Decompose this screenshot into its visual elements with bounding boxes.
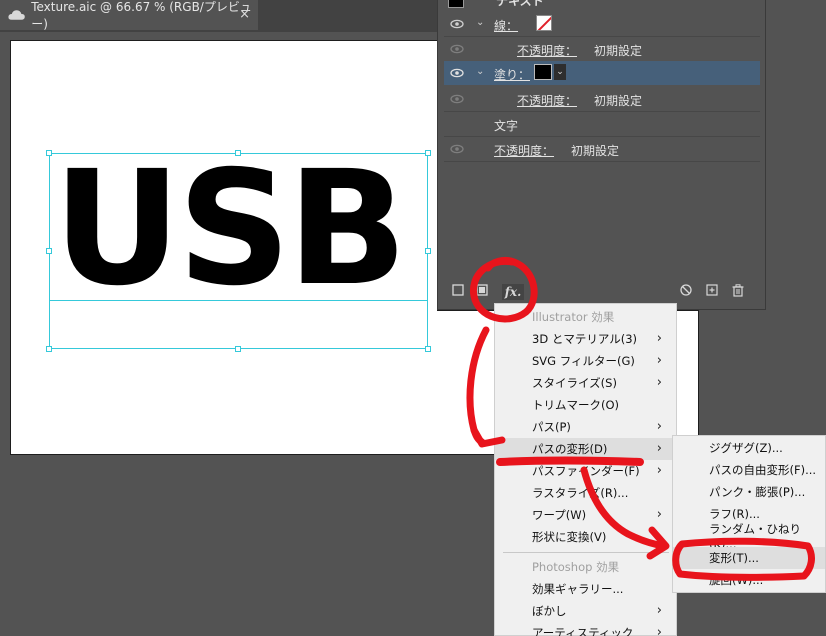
panel-row-stroke-opacity[interactable]: 不透明度： 初期設定	[444, 37, 760, 61]
selection-bounding-box[interactable]	[49, 153, 428, 349]
menu-item-warp[interactable]: ワープ(W) ›	[495, 504, 676, 526]
chevron-right-icon: ›	[656, 353, 662, 368]
add-new-fill-icon[interactable]	[474, 284, 490, 300]
visibility-eye-icon[interactable]	[450, 42, 464, 56]
panel-row-fill-opacity[interactable]: 不透明度： 初期設定	[444, 87, 760, 111]
menu-item-label: パスファインダー(F)	[532, 464, 640, 478]
menu-header-illustrator: Illustrator 効果	[532, 310, 615, 324]
document-tab[interactable]: Texture.aic @ 66.67 % (RGB/プレビュー) ×	[0, 0, 258, 31]
distort-transform-submenu: ジグザグ(Z)... パスの自由変形(F)... パンク・膨張(P)... ラフ…	[672, 435, 826, 593]
text-baseline	[49, 300, 428, 301]
menu-item-blur[interactable]: ぼかし ›	[495, 600, 676, 622]
chevron-right-icon: ›	[656, 529, 662, 544]
menu-item-label: ラスタライズ(R)...	[532, 486, 629, 500]
selection-handle[interactable]	[46, 150, 52, 156]
menu-item-label: 形状に変換(V)	[532, 530, 607, 544]
visibility-eye-icon[interactable]	[450, 92, 464, 106]
panel-bottom-toolbar: fx.	[444, 280, 760, 304]
menu-item-stylize[interactable]: スタイライズ(S) ›	[495, 372, 676, 394]
chevron-right-icon: ›	[656, 419, 662, 434]
fill-label[interactable]: 塗り：	[494, 66, 530, 83]
chevron-down-icon[interactable]: ⌄	[476, 66, 484, 77]
menu-separator	[503, 552, 669, 553]
chevron-right-icon: ›	[656, 441, 662, 456]
characters-label[interactable]: 文字	[494, 117, 518, 134]
menu-item-label: 効果ギャラリー...	[532, 582, 624, 596]
panel-row-characters[interactable]: 文字	[444, 112, 760, 136]
visibility-eye-icon[interactable]	[450, 17, 464, 31]
cloud-icon	[8, 10, 25, 20]
opacity-value: 初期設定	[594, 44, 643, 58]
menu-item-label: ワープ(W)	[532, 508, 587, 522]
selection-handle[interactable]	[235, 150, 241, 156]
stroke-swatch[interactable]	[536, 15, 552, 31]
submenu-item-tweak[interactable]: ランダム・ひねり(K)...	[673, 522, 825, 551]
menu-item-label: パス(P)	[532, 420, 571, 434]
close-tab-icon[interactable]: ×	[239, 7, 250, 22]
menu-item-label: パスの変形(D)	[532, 442, 608, 456]
clear-appearance-icon[interactable]	[678, 284, 694, 300]
selection-handle[interactable]	[425, 150, 431, 156]
document-tab-title: Texture.aic @ 66.67 % (RGB/プレビュー)	[31, 0, 252, 31]
menu-item-rasterize[interactable]: ラスタライズ(R)...	[495, 482, 676, 504]
submenu-item-free-distort[interactable]: パスの自由変形(F)...	[673, 459, 825, 481]
menu-item-distort-transform[interactable]: パスの変形(D) ›	[495, 438, 676, 460]
panel-row-fill[interactable]: ⌄ 塗り： ⌄	[444, 61, 760, 85]
opacity-label[interactable]: 不透明度：	[517, 42, 577, 59]
menu-item-path[interactable]: パス(P) ›	[495, 416, 676, 438]
menu-item-convert-to-shape[interactable]: 形状に変換(V) ›	[495, 526, 676, 548]
opacity-value: 初期設定	[571, 144, 620, 158]
duplicate-item-icon[interactable]	[704, 284, 720, 300]
selection-handle[interactable]	[425, 346, 431, 352]
submenu-item-transform[interactable]: 変形(T)...	[673, 547, 825, 569]
visibility-eye-icon[interactable]	[450, 66, 464, 80]
menu-item-pathfinder[interactable]: パスファインダー(F) ›	[495, 460, 676, 482]
menu-item-label: SVG フィルター(G)	[532, 354, 635, 368]
visibility-eye-icon[interactable]	[450, 142, 464, 156]
document-tab-bar: Texture.aic @ 66.67 % (RGB/プレビュー) ×	[0, 0, 440, 32]
menu-item-label: スタイライズ(S)	[532, 376, 617, 390]
chevron-right-icon: ›	[656, 625, 662, 636]
chevron-right-icon: ›	[656, 603, 662, 618]
submenu-item-zigzag[interactable]: ジグザグ(Z)...	[673, 437, 825, 459]
menu-item-label: ぼかし	[532, 604, 567, 618]
opacity-label[interactable]: 不透明度：	[517, 92, 577, 109]
stroke-label[interactable]: 線：	[494, 17, 518, 34]
chevron-right-icon: ›	[656, 507, 662, 522]
menu-item-svg-filter[interactable]: SVG フィルター(G) ›	[495, 350, 676, 372]
menu-item-artistic[interactable]: アーティスティック ›	[495, 622, 676, 636]
selection-handle[interactable]	[46, 248, 52, 254]
add-new-stroke-icon[interactable]	[450, 284, 466, 300]
trash-icon[interactable]	[730, 284, 746, 300]
object-thumbnail	[448, 0, 464, 8]
selection-handle[interactable]	[425, 248, 431, 254]
chevron-right-icon: ›	[656, 331, 662, 346]
chevron-down-icon[interactable]: ⌄	[476, 17, 484, 28]
menu-header-photoshop: Photoshop 効果	[532, 560, 620, 574]
submenu-item-twist[interactable]: 旋回(W)...	[673, 569, 825, 591]
add-effect-fx-icon[interactable]: fx.	[502, 284, 524, 300]
object-type-label: テキスト	[496, 0, 544, 8]
menu-item-effect-gallery[interactable]: 効果ギャラリー...	[495, 578, 676, 600]
appearance-panel: テキスト ⌄ 線： 不透明度： 初期設定 ⌄ 塗り： ⌄ 不透明度： 初期設定 …	[437, 0, 766, 310]
effect-menu: Illustrator 効果 3D とマテリアル(3) › SVG フィルター(…	[494, 303, 677, 636]
menu-item-label: アーティスティック	[532, 626, 634, 636]
submenu-item-pucker-bloat[interactable]: パンク・膨張(P)...	[673, 481, 825, 503]
fill-dropdown-icon[interactable]: ⌄	[554, 64, 566, 80]
opacity-value: 初期設定	[594, 94, 643, 108]
selection-handle[interactable]	[235, 346, 241, 352]
opacity-label[interactable]: 不透明度：	[494, 142, 554, 159]
panel-row-stroke[interactable]: ⌄ 線：	[444, 12, 760, 36]
panel-row-object-opacity[interactable]: 不透明度： 初期設定	[444, 137, 760, 161]
selection-handle[interactable]	[46, 346, 52, 352]
fill-swatch[interactable]	[534, 64, 552, 80]
menu-item-label: 3D とマテリアル(3)	[532, 332, 638, 346]
panel-row-object[interactable]: テキスト	[444, 0, 760, 12]
menu-item-crop-marks[interactable]: トリムマーク(O)	[495, 394, 676, 416]
chevron-right-icon: ›	[656, 375, 662, 390]
chevron-right-icon: ›	[656, 463, 662, 478]
menu-item-3d[interactable]: 3D とマテリアル(3) ›	[495, 328, 676, 350]
menu-item-label: トリムマーク(O)	[532, 398, 620, 412]
